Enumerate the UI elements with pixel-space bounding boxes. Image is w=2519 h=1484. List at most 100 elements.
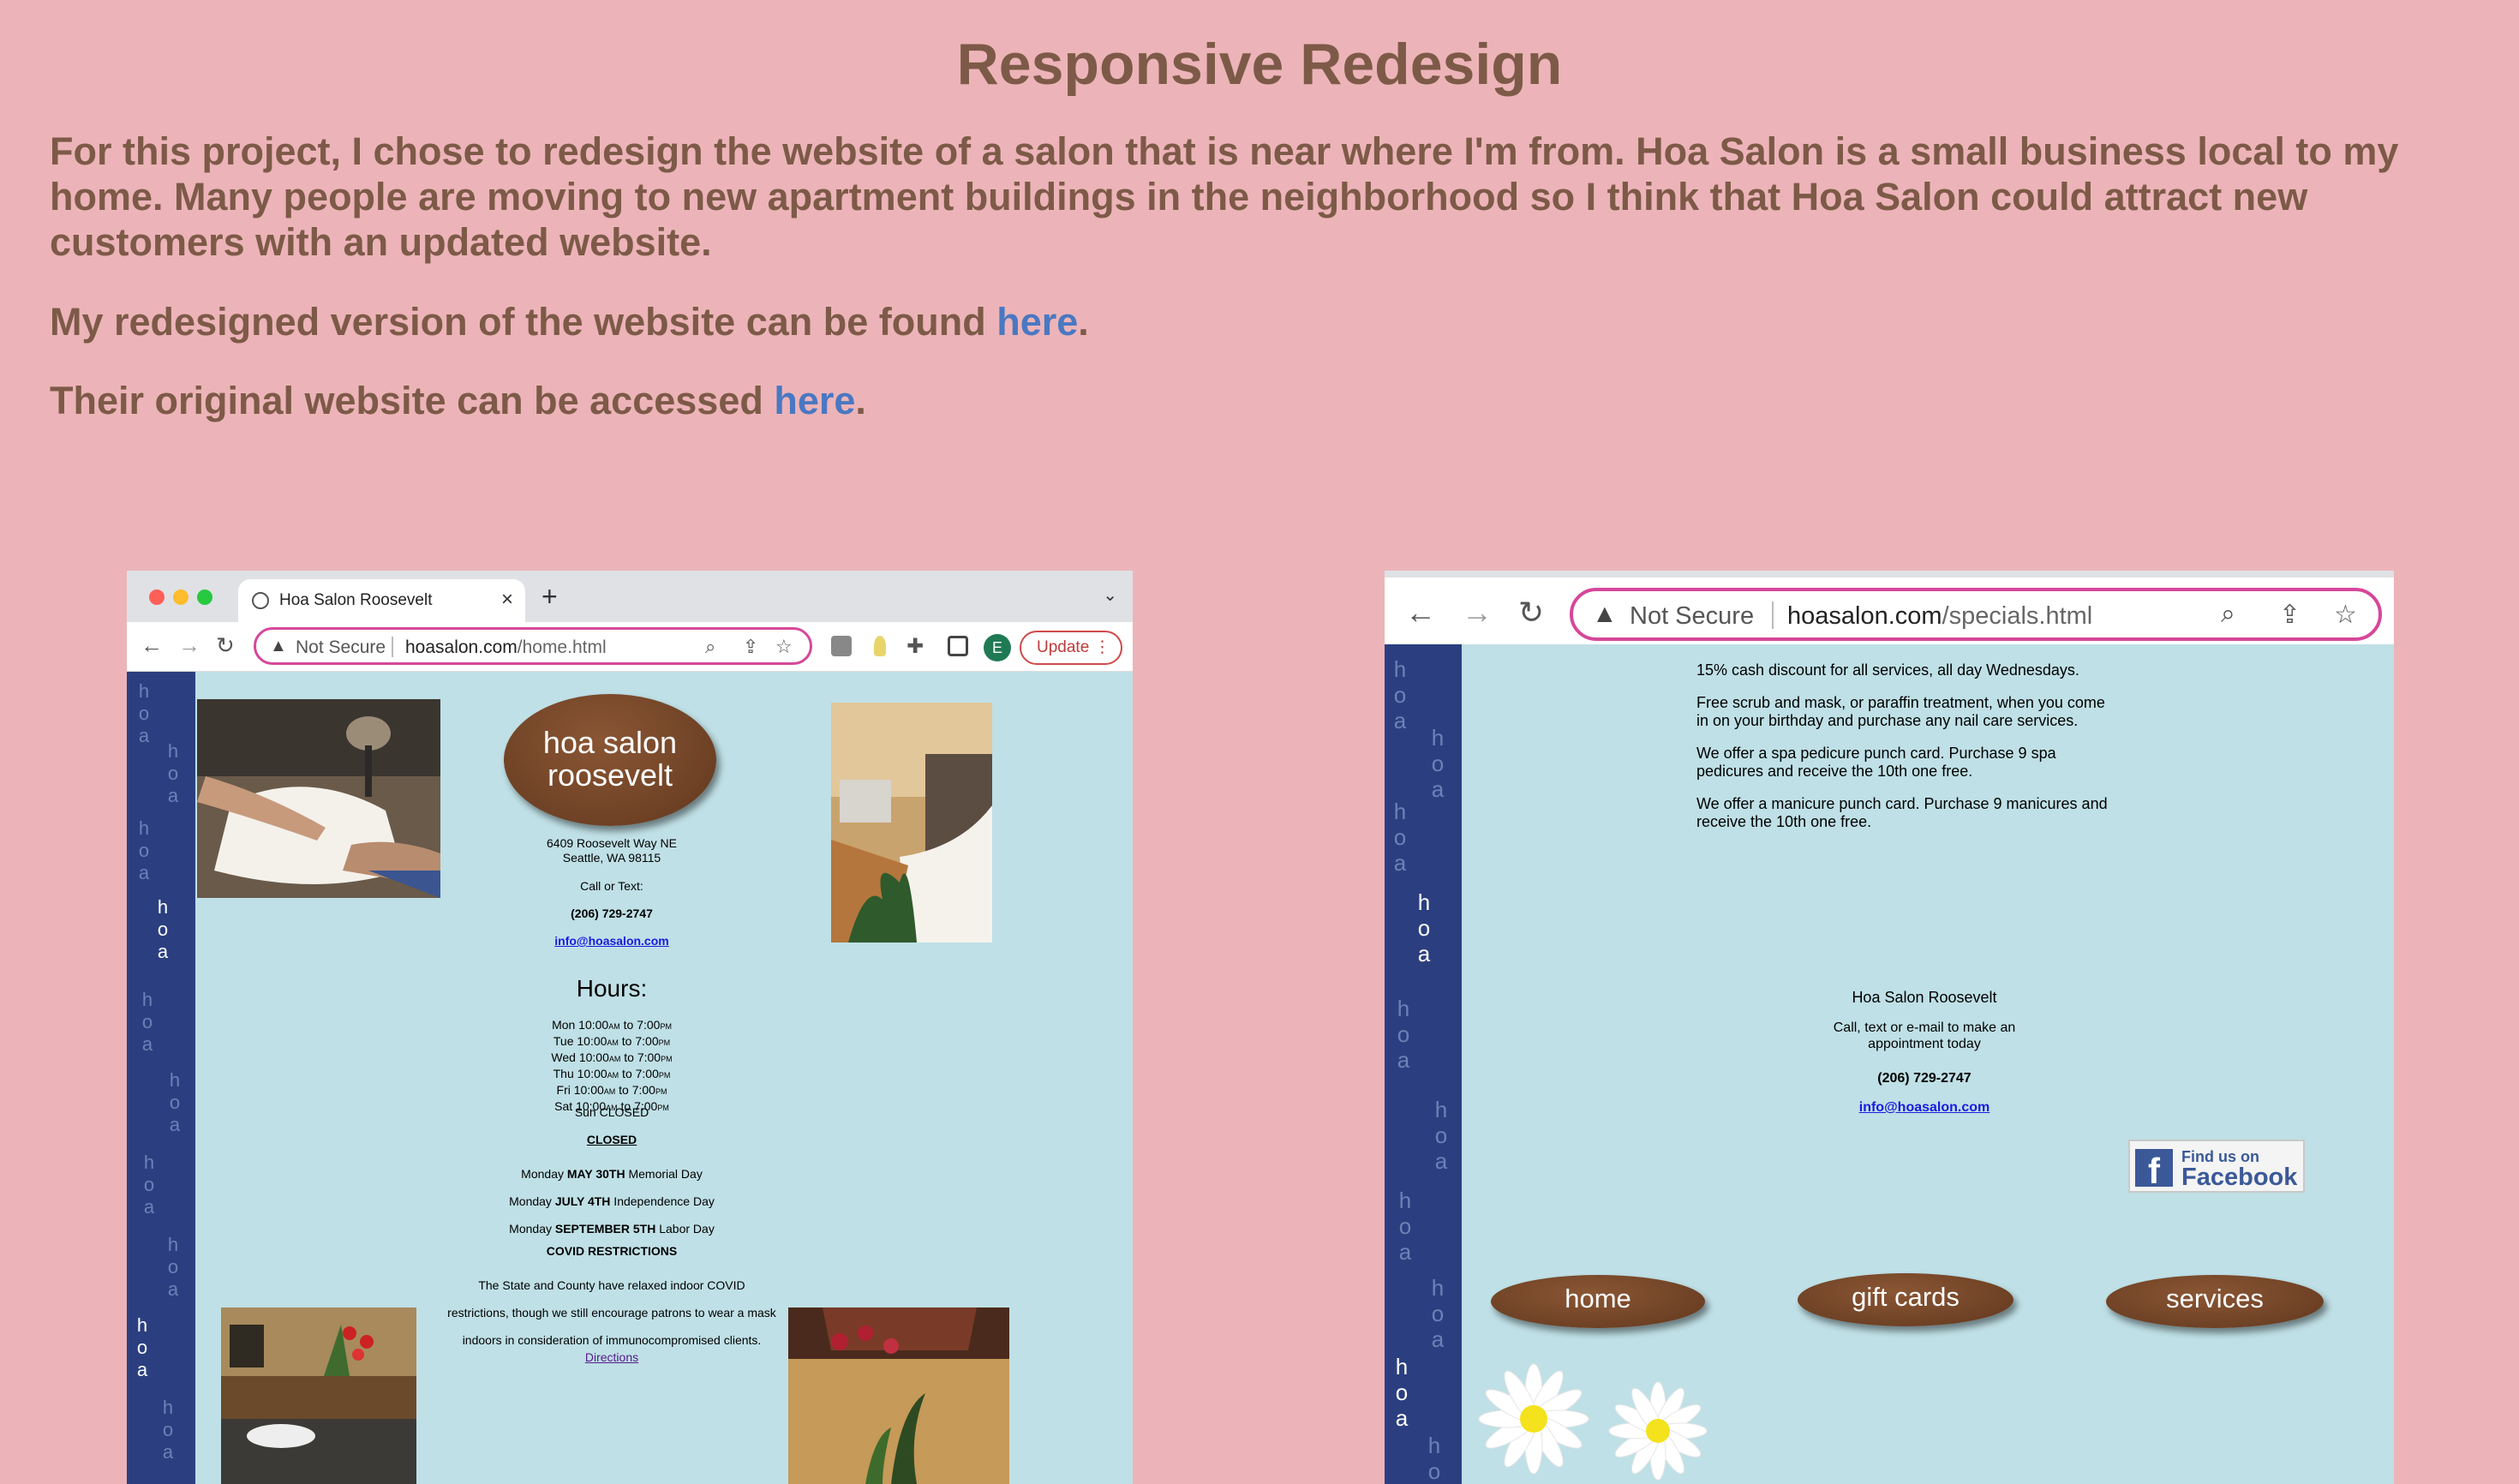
update-button[interactable]: Update ⋮: [1020, 631, 1122, 665]
appointment-text: Call, text or e-mail to make an appointm…: [1744, 1020, 2104, 1052]
original-period: .: [855, 379, 866, 422]
address-bar[interactable]: ▲ Not Secure hoasalon.com/specials.html …: [1570, 588, 2382, 641]
email-link[interactable]: info@hoasalon.com: [1859, 1100, 1990, 1115]
tab-close-icon[interactable]: ×: [501, 588, 513, 612]
covid-title: COVID RESTRICTIONS: [546, 1244, 678, 1258]
directions-link[interactable]: Directions: [585, 1350, 638, 1364]
nav-home-button[interactable]: home: [1491, 1275, 1705, 1328]
address-block: 6409 Roosevelt Way NE Seattle, WA 98115: [452, 836, 771, 865]
new-tab-icon[interactable]: +: [541, 581, 558, 613]
facebook-line2: Facebook: [2181, 1164, 2298, 1191]
extension-lamp-icon[interactable]: [874, 636, 886, 656]
url-path: /home.html: [517, 637, 607, 657]
close-window-icon[interactable]: [149, 589, 165, 605]
hoa-pattern: hoa: [138, 817, 150, 883]
holiday-row: Monday MAY 30TH Memorial Day: [521, 1167, 703, 1181]
covid-line: restrictions, though we still encourage …: [447, 1306, 776, 1319]
hours-row: Tue 10:00AM to 7:00PM: [553, 1034, 671, 1048]
profile-avatar[interactable]: E: [984, 634, 1011, 661]
back-icon[interactable]: ←: [141, 632, 163, 659]
hoa-pattern: hoa: [169, 1069, 181, 1135]
hoa-pattern: hoa: [157, 896, 169, 962]
special-offer: We offer a manicure punch card. Purchase…: [1696, 795, 2108, 830]
hours-row: Fri 10:00AM to 7:00PM: [556, 1083, 667, 1097]
redesign-link[interactable]: here: [996, 300, 1078, 344]
salon-logo: hoa salon roosevelt: [504, 694, 716, 826]
share-icon[interactable]: ⇪: [2279, 600, 2301, 630]
maximize-window-icon[interactable]: [197, 589, 212, 605]
not-secure-label: Not Secure: [296, 637, 386, 657]
salon-interior-photo: [831, 703, 992, 942]
holiday-list: Monday MAY 30TH Memorial Day Monday JULY …: [452, 1160, 771, 1242]
divider: [392, 637, 393, 657]
appointment-line: appointment today: [1868, 1037, 1981, 1051]
url-text: hoasalon.com/home.html: [405, 637, 607, 658]
warning-icon: ▲: [1592, 600, 1618, 628]
nav-services-button[interactable]: services: [2106, 1275, 2324, 1328]
daisy-decoration: [1608, 1381, 1708, 1481]
browser-tab[interactable]: Hoa Salon Roosevelt ×: [238, 579, 525, 622]
hours-list: Mon 10:00AM to 7:00PM Tue 10:00AM to 7:00…: [452, 1018, 771, 1116]
update-label: Update: [1037, 638, 1090, 656]
email-link[interactable]: info@hoasalon.com: [554, 934, 668, 948]
manicure-photo: [197, 699, 440, 898]
address-bar[interactable]: ▲ Not Secure hoasalon.com/home.html ⌕ ⇪ …: [254, 627, 812, 665]
directions-wrap: Directions: [452, 1350, 771, 1365]
hoa-pattern: hoa: [143, 1152, 155, 1218]
page-title: Responsive Redesign: [956, 32, 1563, 97]
address-line: Seattle, WA 98115: [562, 851, 661, 865]
intro-paragraph: For this project, I chose to redesign th…: [50, 129, 2399, 264]
bookmark-star-icon[interactable]: ☆: [775, 636, 793, 658]
original-text: Their original website can be accessed: [50, 379, 775, 422]
holiday-row: Monday JULY 4TH Independence Day: [509, 1194, 715, 1208]
facebook-badge[interactable]: f Find us on Facebook: [2128, 1140, 2305, 1193]
url-text: hoasalon.com/specials.html: [1787, 602, 2092, 631]
share-icon[interactable]: ⇪: [743, 636, 758, 658]
zoom-icon[interactable]: ⌕: [2221, 600, 2235, 629]
reload-icon[interactable]: ↻: [216, 632, 235, 659]
forward-icon[interactable]: →: [178, 632, 200, 659]
browser-tab-bar: Hoa Salon Roosevelt × + ⌄: [127, 571, 1133, 622]
reload-icon[interactable]: ↻: [1518, 595, 1544, 631]
tab-search-icon[interactable]: ⌄: [1103, 584, 1117, 606]
hoa-pattern: hoa: [1431, 725, 1445, 802]
special-offer: Free scrub and mask, or paraffin treatme…: [1696, 694, 2105, 729]
hoa-side-strip: hoa hoa hoa hoa hoa hoa hoa hoa hoa hoa: [127, 672, 195, 1484]
phone-number: (206) 729-2747: [1877, 1071, 1972, 1086]
nav-home-label: home: [1565, 1284, 1631, 1313]
page-content: hoa hoa hoa hoa hoa hoa hoa hoa hoa hoa …: [1385, 644, 2394, 1484]
nav-gift-cards-button[interactable]: gift cards: [1798, 1273, 2013, 1326]
address-line: 6409 Roosevelt Way NE: [547, 836, 677, 850]
special-offer: 15% cash discount for all services, all …: [1696, 661, 2079, 679]
email-link-wrap: info@hoasalon.com: [452, 934, 771, 948]
orchid-photo: [788, 1307, 1009, 1484]
bookmark-star-icon[interactable]: ☆: [2334, 600, 2357, 630]
not-secure-label: Not Secure: [1630, 602, 1755, 630]
salon-name: Hoa Salon Roosevelt: [1852, 989, 1997, 1006]
minimize-window-icon[interactable]: [173, 589, 188, 605]
side-panel-icon[interactable]: [948, 636, 968, 656]
hoa-side-strip: hoa hoa hoa hoa hoa hoa hoa hoa hoa hoa: [1385, 644, 1462, 1484]
covid-line: The State and County have relaxed indoor…: [478, 1278, 745, 1292]
hoa-pattern: hoa: [138, 680, 150, 746]
hoa-pattern: hoa: [1395, 1354, 1409, 1431]
hoa-pattern: hoa: [1398, 1188, 1412, 1265]
hoa-pattern: hoa: [167, 1234, 179, 1300]
zoom-icon[interactable]: ⌕: [705, 636, 715, 658]
sunday-hours: Sun CLOSED: [574, 1105, 649, 1119]
browser-toolbar: ← → ↻ ▲ Not Secure hoasalon.com/home.htm…: [127, 622, 1133, 672]
more-menu-icon: ⋮: [1094, 638, 1110, 656]
url-path: /specials.html: [1942, 602, 2093, 630]
url-host: hoasalon.com: [405, 637, 518, 657]
redesign-line: My redesigned version of the website can…: [50, 300, 1089, 344]
email-link-wrap: info@hoasalon.com: [1744, 1098, 2104, 1116]
puzzle-extensions-icon[interactable]: ✚: [906, 634, 924, 659]
hoa-pattern: hoa: [162, 1397, 174, 1463]
forward-icon[interactable]: →: [1462, 595, 1493, 631]
extension-icon[interactable]: [831, 636, 852, 656]
warning-icon: ▲: [270, 637, 287, 655]
phone-number: (206) 729-2747: [571, 907, 653, 920]
back-icon[interactable]: ←: [1405, 595, 1436, 631]
original-link[interactable]: here: [774, 379, 855, 422]
hoa-pattern: hoa: [1427, 1433, 1441, 1484]
